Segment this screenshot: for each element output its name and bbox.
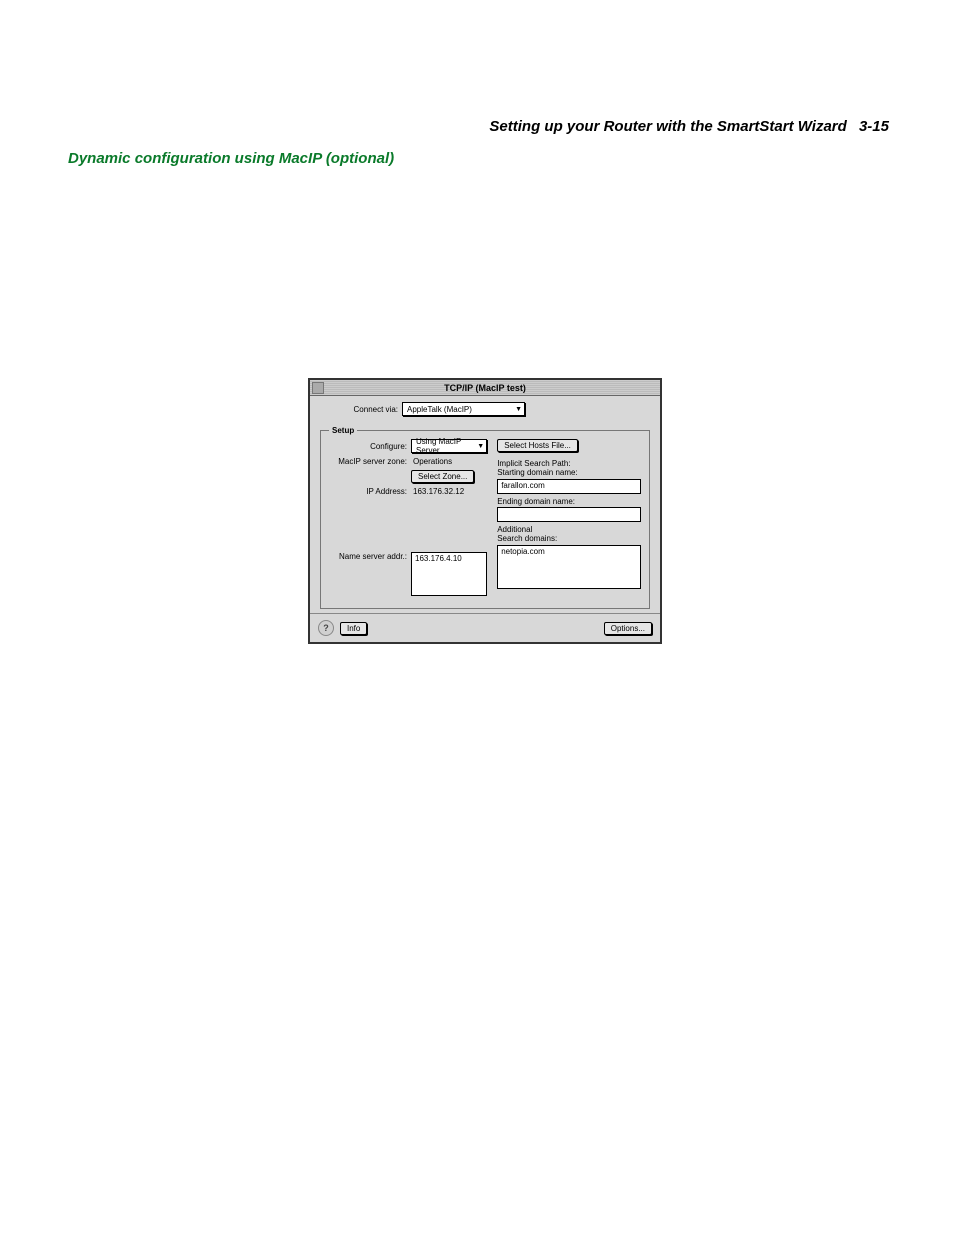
start-domain-input[interactable]: farallon.com	[497, 479, 641, 494]
end-domain-input[interactable]	[497, 507, 641, 522]
chevron-down-icon: ▼	[515, 406, 522, 413]
window-menu-icon[interactable]	[312, 382, 324, 394]
nameserver-label: Name server addr.:	[329, 552, 411, 561]
setup-fieldset: Setup Configure: Using MacIP Server ▼ Ma…	[320, 426, 650, 609]
configure-value: Using MacIP Server	[416, 437, 477, 455]
zone-label: MacIP server zone:	[329, 457, 411, 466]
additional-domains-input[interactable]: netopia.com	[497, 545, 641, 589]
select-hosts-button[interactable]: Select Hosts File...	[497, 439, 578, 452]
options-button[interactable]: Options...	[604, 622, 652, 635]
tcpip-window: TCP/IP (MacIP test) Connect via: AppleTa…	[308, 378, 662, 644]
help-icon[interactable]: ?	[318, 620, 334, 636]
info-button[interactable]: Info	[340, 622, 367, 635]
connect-via-label: Connect via:	[320, 405, 402, 414]
implicit-search-label: Implicit Search Path: Starting domain na…	[497, 460, 641, 478]
setup-legend: Setup	[329, 426, 357, 435]
nameserver-value: 163.176.4.10	[415, 554, 462, 563]
additional-domains-value: netopia.com	[501, 547, 545, 556]
chevron-down-icon: ▼	[477, 443, 484, 450]
connect-via-select[interactable]: AppleTalk (MacIP) ▼	[402, 402, 525, 416]
ip-value: 163.176.32.12	[413, 487, 464, 496]
additional-domains-label: Additional Search domains:	[497, 526, 641, 544]
connect-via-value: AppleTalk (MacIP)	[407, 405, 472, 414]
zone-value: Operations	[413, 457, 452, 466]
start-domain-value: farallon.com	[501, 481, 545, 490]
nameserver-input[interactable]: 163.176.4.10	[411, 552, 487, 596]
header-text: Setting up your Router with the SmartSta…	[489, 118, 846, 135]
ip-label: IP Address:	[329, 487, 411, 496]
page-number: 3-15	[859, 118, 889, 135]
section-heading: Dynamic configuration using MacIP (optio…	[68, 150, 394, 167]
end-domain-label: Ending domain name:	[497, 498, 641, 507]
window-title: TCP/IP (MacIP test)	[444, 383, 526, 393]
select-zone-button[interactable]: Select Zone...	[411, 470, 474, 483]
configure-label: Configure:	[329, 442, 411, 451]
page-header: Setting up your Router with the SmartSta…	[489, 118, 889, 135]
window-titlebar: TCP/IP (MacIP test)	[310, 380, 660, 396]
configure-select[interactable]: Using MacIP Server ▼	[411, 439, 487, 453]
